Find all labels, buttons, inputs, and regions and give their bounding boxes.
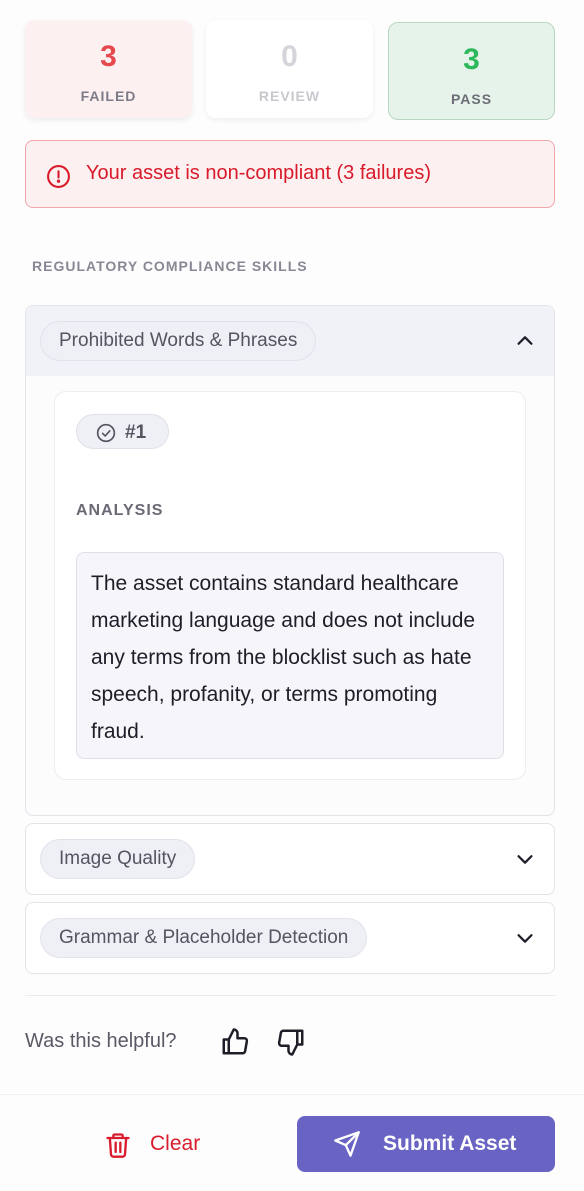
- skill-name-pill: Grammar & Placeholder Detection: [40, 918, 368, 958]
- skill-accordion-header[interactable]: Grammar & Placeholder Detection: [26, 903, 554, 973]
- pass-count: 3: [463, 43, 480, 76]
- chevron-up-icon[interactable]: [514, 330, 536, 352]
- failed-count: 3: [100, 40, 117, 73]
- result-number: #1: [125, 422, 147, 443]
- send-icon: [334, 1131, 360, 1157]
- compliance-panel: 3 FAILED 0 REVIEW 3 PASS Your asset is n…: [0, 0, 584, 1191]
- skill-name-pill: Image Quality: [40, 839, 196, 879]
- analysis-text: The asset contains standard healthcare m…: [76, 552, 504, 759]
- skill-accordion-prohibited-words: Prohibited Words & Phrases #1 ANALYSIS T…: [25, 305, 555, 816]
- stats-row: 3 FAILED 0 REVIEW 3 PASS: [25, 20, 555, 120]
- skill-accordion-image-quality[interactable]: Image Quality: [25, 823, 555, 895]
- result-card: #1 ANALYSIS The asset contains standard …: [54, 391, 526, 780]
- non-compliant-alert: Your asset is non-compliant (3 failures): [25, 140, 555, 208]
- feedback-question: Was this helpful?: [25, 1030, 177, 1052]
- footer-divider: [0, 1094, 584, 1095]
- section-title: REGULATORY COMPLIANCE SKILLS: [32, 258, 308, 274]
- divider: [25, 995, 555, 996]
- review-count: 0: [281, 40, 298, 73]
- clear-label: Clear: [150, 1132, 201, 1155]
- chevron-down-icon[interactable]: [514, 927, 536, 949]
- review-stat-card[interactable]: 0 REVIEW: [206, 20, 373, 118]
- analysis-label: ANALYSIS: [76, 502, 164, 519]
- trash-icon: [106, 1133, 130, 1158]
- alert-message: Your asset is non-compliant (3 failures): [86, 162, 431, 184]
- skill-name-pill: Prohibited Words & Phrases: [40, 321, 317, 361]
- chevron-down-icon[interactable]: [514, 848, 536, 870]
- result-badge: #1: [76, 414, 169, 449]
- check-circle-icon: [96, 423, 116, 443]
- skill-accordion-header[interactable]: Prohibited Words & Phrases: [26, 306, 554, 376]
- skill-accordion-grammar[interactable]: Grammar & Placeholder Detection: [25, 902, 555, 974]
- failed-stat-card[interactable]: 3 FAILED: [25, 20, 192, 118]
- clear-button[interactable]: Clear: [100, 1122, 220, 1168]
- alert-circle-icon: [47, 165, 70, 188]
- submit-label: Submit Asset: [383, 1132, 517, 1155]
- thumbs-up-icon[interactable]: [220, 1026, 250, 1058]
- failed-label: FAILED: [80, 88, 137, 104]
- pass-stat-card[interactable]: 3 PASS: [388, 22, 555, 120]
- skill-accordion-header[interactable]: Image Quality: [26, 824, 554, 894]
- submit-asset-button[interactable]: Submit Asset: [297, 1116, 555, 1172]
- pass-label: PASS: [450, 91, 493, 107]
- review-label: REVIEW: [258, 88, 321, 104]
- thumbs-down-icon[interactable]: [276, 1026, 306, 1058]
